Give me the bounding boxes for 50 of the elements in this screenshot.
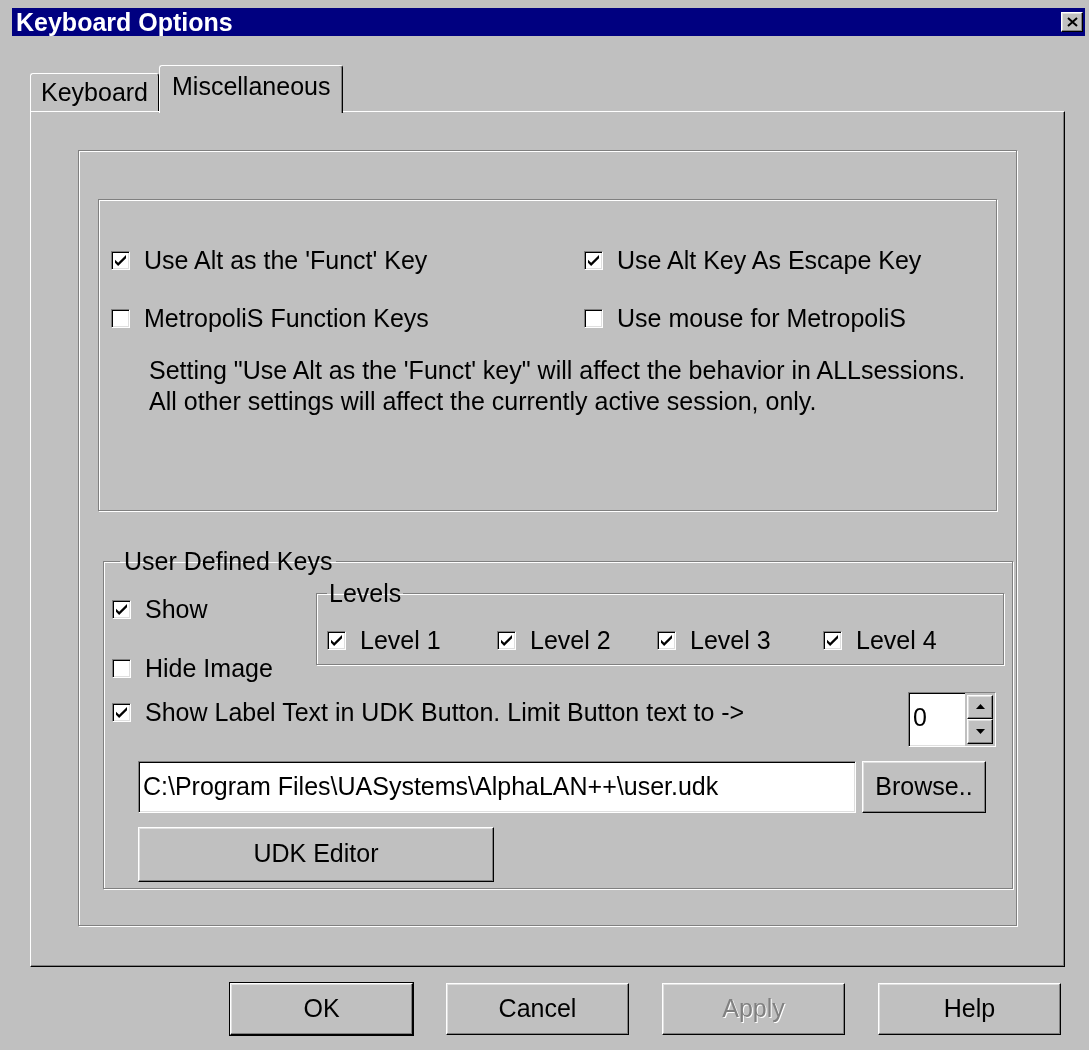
- checkbox-label: Level 3: [690, 625, 771, 656]
- up-arrow-icon: [975, 704, 985, 710]
- close-button[interactable]: [1061, 12, 1083, 32]
- checkbox-label: Use Alt as the 'Funct' Key: [144, 245, 428, 276]
- checkbox-label: Level 2: [530, 625, 611, 656]
- checkmark-icon: [587, 255, 600, 267]
- dialog-button[interactable]: Help: [878, 983, 1061, 1035]
- group-title: User Defined Keys: [123, 546, 334, 577]
- spin-down-button[interactable]: [967, 719, 993, 744]
- checkbox[interactable]: [111, 308, 130, 328]
- checkbox-label: Level 1: [360, 625, 441, 656]
- checkbox[interactable]: [584, 251, 603, 271]
- checkbox-label: Show Label Text in UDK Button. Limit Button text to ->: [145, 696, 745, 728]
- checkbox-label: Use Alt Key As Escape Key: [617, 245, 922, 276]
- path-field[interactable]: C:\Program Files\UASystems\AlphaLAN++\user.udk: [138, 760, 856, 813]
- checkbox-label: MetropoliS Function Keys: [144, 302, 429, 334]
- checkbox[interactable]: [112, 599, 131, 619]
- close-icon: [1066, 17, 1078, 27]
- checkbox[interactable]: [327, 631, 346, 651]
- dialog-button[interactable]: Cancel: [446, 983, 629, 1035]
- checkbox-label: Level 4: [856, 625, 937, 656]
- checkbox-label: Hide Image: [145, 653, 273, 684]
- checkmark-icon: [826, 635, 839, 647]
- checkbox[interactable]: [823, 631, 842, 651]
- checkmark-icon: [115, 603, 128, 615]
- browse-button[interactable]: Browse..: [862, 760, 986, 813]
- checkbox[interactable]: [497, 631, 516, 651]
- window-title: Keyboard Options: [16, 9, 233, 35]
- checkmark-icon: [660, 635, 673, 647]
- spinner-value: 0: [912, 701, 928, 733]
- checkmark-icon: [114, 255, 127, 267]
- udk-editor-button[interactable]: UDK Editor: [138, 826, 494, 882]
- checkbox[interactable]: [657, 631, 676, 651]
- checkbox[interactable]: [112, 659, 131, 679]
- checkbox-label: Show: [145, 593, 208, 625]
- checkmark-icon: [500, 635, 513, 647]
- checkbox[interactable]: [112, 702, 131, 722]
- checkmark-icon: [115, 706, 128, 718]
- tab[interactable]: Keyboard: [30, 73, 160, 111]
- spin-up-button[interactable]: [967, 694, 993, 719]
- down-arrow-icon: [975, 728, 985, 734]
- checkbox-label: Use mouse for MetropoliS: [617, 302, 906, 334]
- group-title: Levels: [328, 577, 403, 609]
- note-text: Setting "Use Alt as the 'Funct' key" will affect the behavior in ALLsessions. All other settings will affect the currently active session, only.: [148, 355, 967, 417]
- checkbox[interactable]: [111, 251, 130, 271]
- checkmark-icon: [330, 635, 343, 647]
- checkbox[interactable]: [584, 308, 603, 328]
- limit-spinner[interactable]: 0: [908, 691, 996, 747]
- tab[interactable]: Miscellaneous: [159, 65, 344, 113]
- dialog-button[interactable]: OK: [230, 983, 413, 1035]
